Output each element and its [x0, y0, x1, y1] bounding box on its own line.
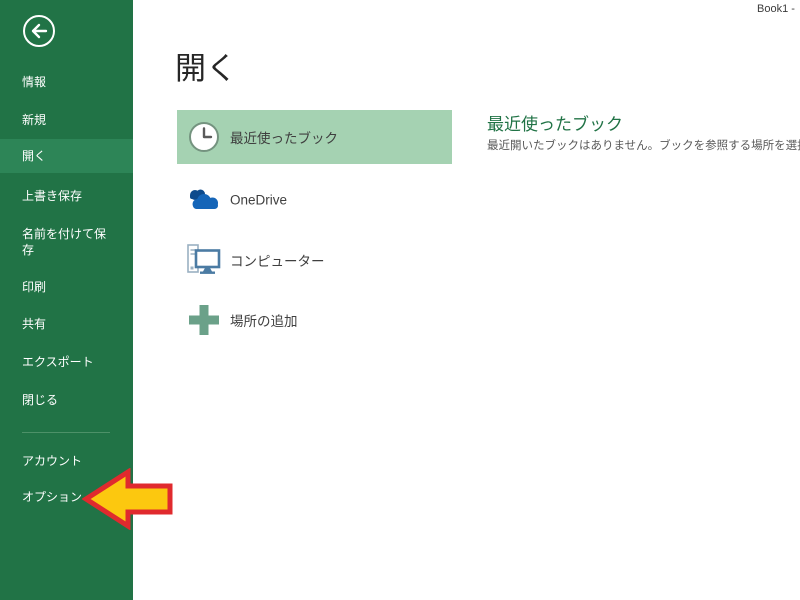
place-recent-workbooks[interactable]: 最近使ったブック: [177, 110, 452, 164]
sidebar-item-account[interactable]: アカウント: [22, 453, 82, 469]
place-onedrive[interactable]: OneDrive: [177, 173, 452, 227]
detail-heading: 最近使ったブック: [487, 110, 623, 135]
detail-empty-message: 最近開いたブックはありません。ブックを参照する場所を選択し: [487, 137, 800, 153]
excel-backstage-view: Book1 - 情報 新規 開く 上書き保存 名前を付けて保存 印刷 共有 エク…: [0, 0, 800, 600]
sidebar-item-export[interactable]: エクスポート: [22, 354, 94, 370]
place-label: OneDrive: [230, 193, 287, 208]
sidebar-item-options[interactable]: オプション: [22, 489, 82, 505]
place-computer[interactable]: コンピューター: [177, 233, 452, 287]
sidebar-item-open[interactable]: 開く: [0, 139, 133, 173]
place-label: コンピューター: [230, 250, 325, 270]
add-place-icon: [185, 302, 223, 338]
place-label: 最近使ったブック: [230, 127, 338, 147]
window-title: Book1 -: [757, 3, 795, 15]
back-button[interactable]: [22, 14, 56, 48]
annotation-arrow-icon: [82, 468, 174, 535]
sidebar-item-print[interactable]: 印刷: [22, 279, 46, 295]
clock-icon: [185, 119, 223, 155]
sidebar-item-save[interactable]: 上書き保存: [22, 188, 82, 204]
place-add-place[interactable]: 場所の追加: [177, 293, 452, 347]
sidebar-divider: [22, 432, 110, 433]
sidebar-item-share[interactable]: 共有: [22, 316, 46, 332]
page-title: 開く: [175, 50, 237, 88]
sidebar-item-close[interactable]: 閉じる: [22, 392, 58, 408]
sidebar-item-save-as[interactable]: 名前を付けて保存: [22, 226, 106, 258]
place-label: 場所の追加: [230, 310, 298, 330]
onedrive-icon: [185, 182, 223, 218]
computer-icon: [185, 242, 223, 278]
back-arrow-icon: [22, 35, 56, 52]
sidebar-item-new[interactable]: 新規: [22, 112, 46, 128]
sidebar-item-info[interactable]: 情報: [22, 74, 46, 90]
